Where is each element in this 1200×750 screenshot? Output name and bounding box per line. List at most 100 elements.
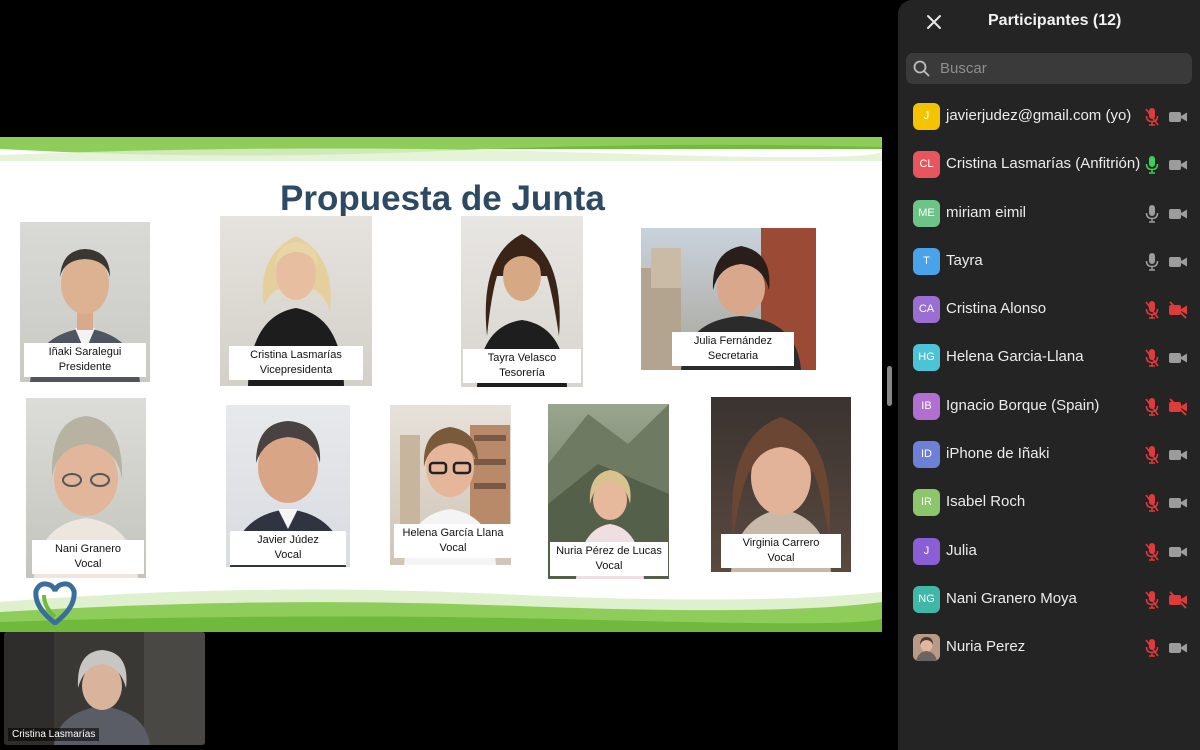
avatar [913,634,940,662]
participant-row[interactable]: Jjavierjudez@gmail.com (yo) [898,93,1200,141]
member-caption: Helena García Llana Vocal [394,524,512,558]
member-role: Vocal [74,558,102,570]
member-caption: Nani Granero Vocal [32,540,144,574]
video-icon[interactable] [1168,494,1188,512]
organization-logo [33,581,77,625]
mic-muted-icon[interactable] [1144,590,1160,610]
member-role: Vocal [439,542,467,554]
video-off-icon[interactable] [1168,398,1188,416]
mic-icon[interactable] [1144,155,1160,175]
video-icon[interactable] [1168,253,1188,271]
member-caption: Tayra Velasco Tesorería [463,349,581,383]
avatar: NG [913,585,940,613]
participant-name: miriam eimil [946,203,1026,221]
video-icon[interactable] [1168,205,1188,223]
member-role: Vocal [274,549,302,561]
avatar: CA [913,296,940,324]
participant-row[interactable]: J Julia [898,528,1200,576]
member-name: Helena García Llana [402,527,504,539]
participant-name: javierjudez@gmail.com (yo) [946,107,1132,124]
avatar: J [913,103,940,130]
search-field[interactable] [906,53,1192,84]
video-icon[interactable] [1168,349,1188,367]
participant-row[interactable]: IB Ignacio Borque (Spain) [898,383,1200,431]
video-icon[interactable] [1168,446,1188,464]
member-name: Nani Granero [54,543,122,555]
participant-row[interactable]: CA Cristina Alonso [898,286,1200,334]
video-icon[interactable] [1168,156,1188,174]
member-name: Julia Fernández [693,335,773,347]
mic-muted-icon[interactable] [1144,638,1160,658]
self-video-name: Cristina Lasmarías [8,728,100,741]
shared-slide: Propuesta de Junta Iñaki Saralegui Presi… [0,137,882,632]
participant-row[interactable]: HG Helena Garcia-Llana [898,334,1200,382]
participant-name: Julia [946,541,977,559]
participant-row[interactable]: ME miriam eimil [898,190,1200,238]
video-off-icon[interactable] [1168,591,1188,609]
participant-row[interactable]: T Tayra [898,238,1200,286]
participant-name: Nuria Perez [946,638,1026,656]
participant-name: Nani Granero Moya [946,589,1077,607]
close-icon[interactable] [922,10,946,34]
member-caption: Javier Júdez Vocal [230,531,346,565]
video-icon[interactable] [1168,639,1188,657]
member-name: Cristina Lasmarías [250,349,342,361]
member-name: Tayra Velasco [487,352,557,364]
mic-muted-icon[interactable] [1144,107,1160,127]
avatar: IR [913,489,940,517]
participant-name: Helena Garcia-Llana [946,348,1084,366]
member-caption: Virginia Carrero Vocal [721,534,841,568]
panel-title: Participantes (12) [988,12,1122,29]
avatar: HG [913,344,940,372]
avatar: IB [913,392,940,420]
mic-muted-icon[interactable] [1144,397,1160,417]
avatar: J [913,537,940,565]
member-name: Iñaki Saralegui [48,346,122,358]
member-caption: Julia Fernández Secretaria [672,332,794,366]
avatar: CL [913,151,940,179]
member-caption: Cristina Lasmarías Vicepresidenta [229,346,363,380]
video-off-icon[interactable] [1168,301,1188,319]
panel-resize-handle[interactable] [887,366,892,406]
member-role: Vicepresidenta [259,364,333,376]
participant-row[interactable]: NG Nani Granero Moya [898,576,1200,624]
member-role: Presidente [58,361,112,373]
mic-muted-icon[interactable] [1144,445,1160,465]
avatar: ME [913,199,940,227]
mic-icon[interactable] [1144,204,1160,224]
member-name: Nuria Pérez de Lucas [556,545,662,557]
video-icon[interactable] [1168,543,1188,561]
participant-name: Isabel Roch [946,493,1026,511]
avatar: ID [913,441,940,469]
participant-name: Ignacio Borque (Spain) [946,396,1100,414]
participant-row[interactable]: ID iPhone de Iñaki [898,431,1200,479]
participant-row[interactable]: Nuria Perez [898,624,1200,672]
participant-name: Tayra [946,251,983,269]
slide-bottom-band [0,589,882,632]
slide-title: Propuesta de Junta [280,179,605,218]
member-caption: Iñaki Saralegui Presidente [24,343,146,377]
self-video-tile[interactable]: Cristina Lasmarías [4,632,205,745]
member-role: Secretaria [707,350,759,362]
participants-list: Jjavierjudez@gmail.com (yo) CL Cristina La… [898,93,1200,673]
participants-panel: Participantes (12) Jjavierjudez@gmail.co… [898,0,1200,750]
participant-name: Cristina Lasmarías (Anfitrión) [946,155,1141,173]
member-role: Vocal [767,552,795,564]
search-input[interactable] [940,57,1180,80]
mic-muted-icon[interactable] [1144,300,1160,320]
avatar: T [913,247,940,275]
participant-row[interactable]: CL Cristina Lasmarías (Anfitrión) [898,141,1200,189]
participant-name: iPhone de Iñaki [946,445,1050,463]
participant-name: Cristina Alonso [946,300,1047,318]
participant-row[interactable]: IR Isabel Roch [898,479,1200,527]
video-icon[interactable] [1168,108,1188,126]
mic-muted-icon[interactable] [1144,542,1160,562]
member-caption: Nuria Pérez de Lucas Vocal [550,542,668,576]
slide-top-band [0,137,882,161]
panel-header: Participantes (12) [898,0,1200,44]
zoom-window: Propuesta de Junta Iñaki Saralegui Presi… [0,0,1200,750]
mic-icon[interactable] [1144,252,1160,272]
search-icon [913,60,930,77]
mic-muted-icon[interactable] [1144,348,1160,368]
mic-muted-icon[interactable] [1144,493,1160,513]
